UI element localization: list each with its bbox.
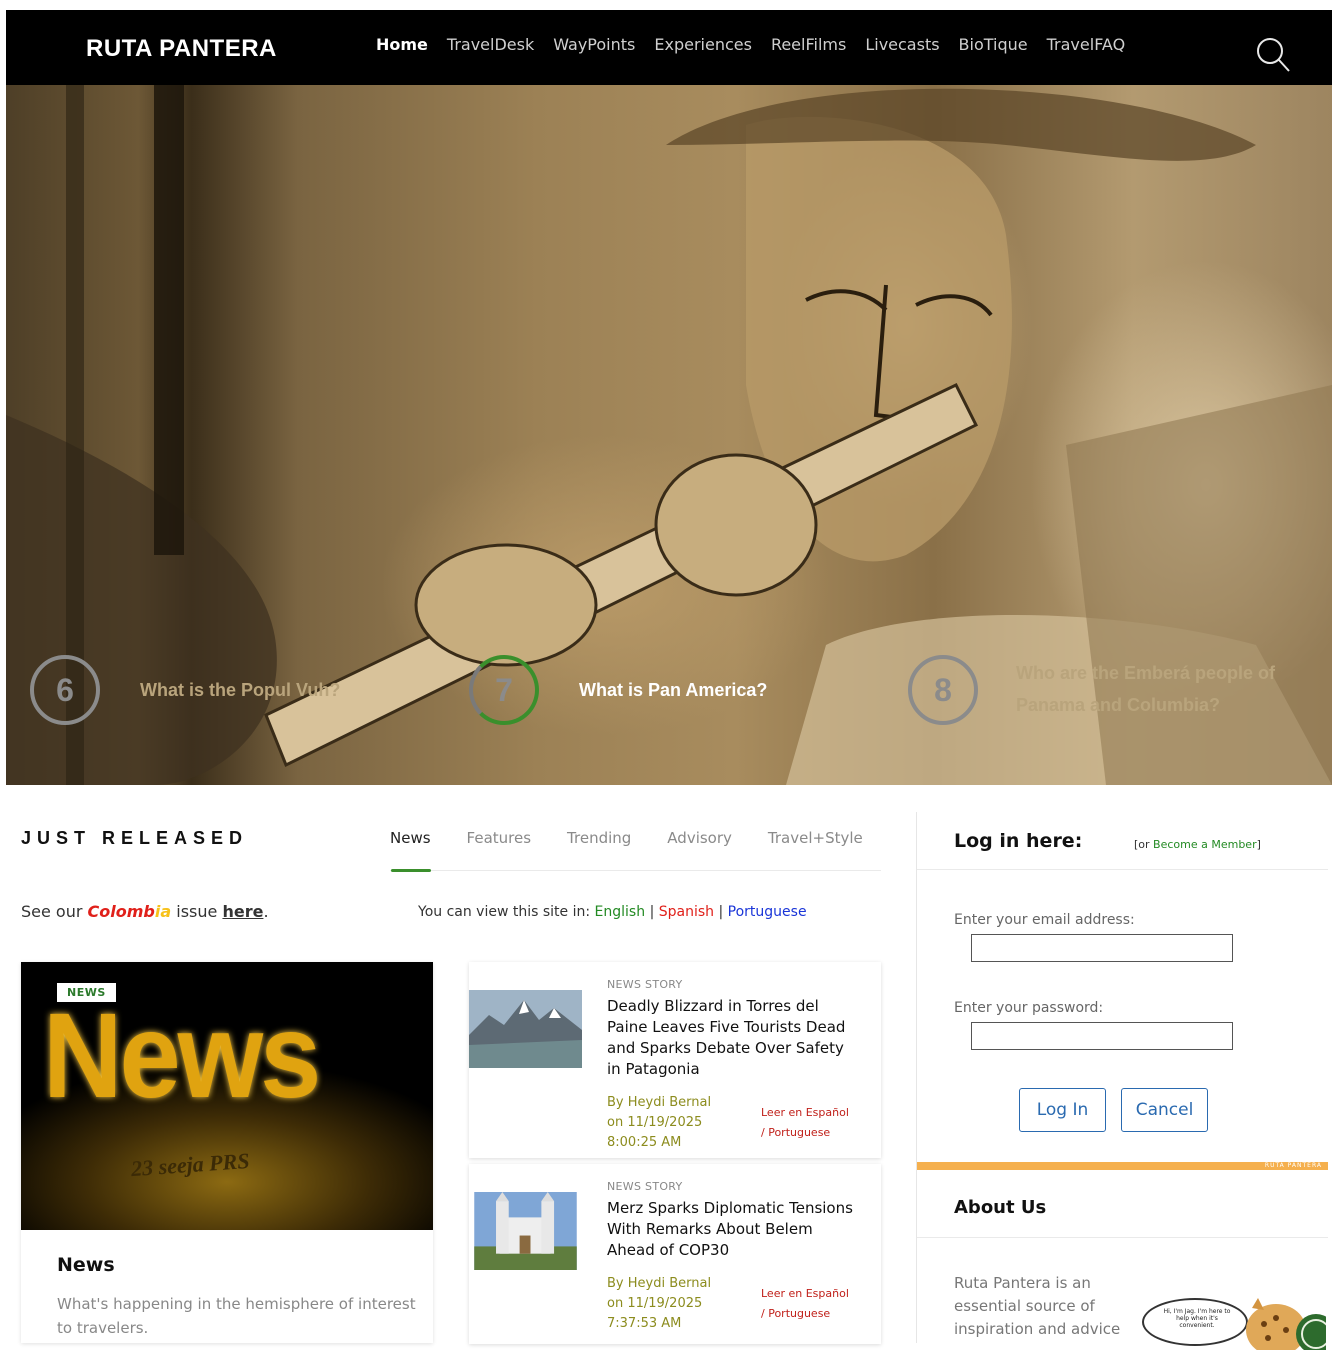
login-divider <box>917 869 1328 870</box>
colombia-promo: See our Colombia issue here. <box>21 902 269 921</box>
promo-middle: issue <box>176 902 218 921</box>
nav-item-experiences[interactable]: Experiences <box>654 35 752 54</box>
language-spanish-link[interactable]: Spanish <box>659 904 714 920</box>
news-card-title[interactable]: News <box>57 1254 115 1276</box>
section-divider-bar: RUTA PANTERA <box>917 1162 1328 1170</box>
tab-advisory[interactable]: Advisory <box>667 829 732 847</box>
story-translations: Leer en Español / Portuguese <box>761 1284 849 1324</box>
read-portuguese-link[interactable]: / Portuguese <box>761 1304 849 1324</box>
nav-item-livecasts[interactable]: Livecasts <box>865 35 939 54</box>
story-byline: By Heydi Bernal on 11/19/2025 8:00:25 AM <box>607 1093 711 1153</box>
about-title: About Us <box>954 1197 1047 1218</box>
search-button[interactable] <box>1254 36 1294 76</box>
slide-title[interactable]: Who are the Emberá people of Panama and … <box>1016 657 1316 721</box>
story-byline: By Heydi Bernal on 11/19/2025 7:37:53 AM <box>607 1274 711 1334</box>
nav-item-home[interactable]: Home <box>376 35 428 54</box>
password-field[interactable] <box>971 1022 1233 1050</box>
slide-number: 8 <box>908 655 978 725</box>
email-field[interactable] <box>971 934 1233 962</box>
story-author[interactable]: By Heydi Bernal <box>607 1093 711 1113</box>
language-sep: | <box>718 904 724 920</box>
story-time: 8:00:25 AM <box>607 1135 682 1150</box>
bubble-text: Hi, I'm Jag. I'm here to help when it's … <box>1163 1308 1231 1329</box>
sidebar-divider <box>916 812 917 1343</box>
colombia-issue-link[interactable]: here <box>222 902 263 921</box>
story-date: on 11/19/2025 <box>607 1296 703 1311</box>
nav-item-reelfilms[interactable]: ReelFilms <box>771 35 846 54</box>
tab-trending[interactable]: Trending <box>567 829 631 847</box>
login-title: Log in here: <box>954 830 1083 852</box>
story-title[interactable]: Deadly Blizzard in Torres del Paine Leav… <box>607 996 857 1080</box>
language-english-link[interactable]: English <box>595 904 646 920</box>
email-label: Enter your email address: <box>954 912 1135 928</box>
story-title[interactable]: Merz Sparks Diplomatic Tensions With Rem… <box>607 1198 857 1261</box>
story-time: 7:37:53 AM <box>607 1316 682 1331</box>
news-category-card[interactable]: News 23 seeja PRS NEWS News What's happe… <box>21 962 433 1343</box>
story-date: on 11/19/2025 <box>607 1115 703 1130</box>
nav-item-traveldesk[interactable]: TravelDesk <box>447 35 534 54</box>
story-thumbnail[interactable] <box>469 1192 582 1270</box>
jaguar-mascot-icon[interactable] <box>1246 1290 1326 1350</box>
story-kind: NEWS STORY <box>607 978 683 991</box>
become-member: [or Become a Member] <box>1134 838 1261 851</box>
read-spanish-link[interactable]: Leer en Español <box>761 1103 849 1123</box>
about-text: Ruta Pantera is an essential source of i… <box>954 1274 1121 1338</box>
story-translations: Leer en Español / Portuguese <box>761 1103 849 1143</box>
promo-prefix: See our <box>21 902 83 921</box>
language-sep: | <box>649 904 655 920</box>
about-divider <box>917 1237 1328 1238</box>
hero-slide-6[interactable]: 6 What is the Popul Vuh? <box>30 655 430 735</box>
language-prefix: You can view this site in: <box>418 904 591 920</box>
story-thumbnail[interactable] <box>469 990 582 1068</box>
language-selector: You can view this site in: English | Spa… <box>418 904 807 920</box>
content-tabs: News Features Trending Advisory Travel+S… <box>390 829 899 847</box>
news-image-caption: 23 seeja PRS <box>130 1147 251 1182</box>
read-spanish-link[interactable]: Leer en Español <box>761 1284 849 1304</box>
nav-item-waypoints[interactable]: WayPoints <box>553 35 635 54</box>
story-card[interactable]: NEWS STORY Deadly Blizzard in Torres del… <box>469 962 881 1158</box>
section-title: JUST RELEASED <box>21 828 249 848</box>
become-member-link[interactable]: Become a Member <box>1153 838 1257 851</box>
news-badge: NEWS <box>57 983 116 1002</box>
password-label: Enter your password: <box>954 1000 1104 1016</box>
search-icon <box>1257 38 1290 72</box>
slide-number: 6 <box>30 655 100 725</box>
become-close: ] <box>1256 838 1261 851</box>
story-kind: NEWS STORY <box>607 1180 683 1193</box>
top-nav-bar: RUTA PANTERA Home TravelDesk WayPoints E… <box>6 10 1332 85</box>
story-author[interactable]: By Heydi Bernal <box>607 1274 711 1294</box>
promo-suffix: . <box>263 902 269 921</box>
news-image[interactable]: News 23 seeja PRS <box>21 962 433 1230</box>
tabs-divider <box>390 870 881 871</box>
language-portuguese-link[interactable]: Portuguese <box>728 904 807 920</box>
colombia-word-part2: ia <box>154 902 172 921</box>
colombia-word-part1: Colomb <box>87 902 155 921</box>
nav-item-travelfaq[interactable]: TravelFAQ <box>1047 35 1126 54</box>
story-card[interactable]: NEWS STORY Merz Sparks Diplomatic Tensio… <box>469 1164 881 1344</box>
read-portuguese-link[interactable]: / Portuguese <box>761 1123 849 1143</box>
hero-slider: 6 What is the Popul Vuh? 7 What is Pan A… <box>6 85 1332 785</box>
slide-title[interactable]: What is the Popul Vuh? <box>140 674 420 706</box>
news-image-word: News <box>43 987 321 1124</box>
become-open: [or <box>1134 838 1150 851</box>
main-nav: Home TravelDesk WayPoints Experiences Re… <box>376 35 1144 54</box>
cancel-button[interactable]: Cancel <box>1121 1088 1208 1132</box>
tab-travel-style[interactable]: Travel+Style <box>768 829 863 847</box>
news-card-description: What's happening in the hemisphere of in… <box>57 1295 416 1337</box>
jag-speech-bubble: Hi, I'm Jag. I'm here to help when it's … <box>1142 1298 1248 1346</box>
nav-item-biotique[interactable]: BioTique <box>959 35 1028 54</box>
tab-news[interactable]: News <box>390 829 431 847</box>
hero-slide-7[interactable]: 7 What is Pan America? <box>469 655 869 735</box>
login-button[interactable]: Log In <box>1019 1088 1106 1132</box>
site-logo[interactable]: RUTA PANTERA <box>86 35 277 63</box>
active-tab-indicator <box>391 869 431 872</box>
slide-number: 7 <box>469 655 539 725</box>
tab-features[interactable]: Features <box>467 829 532 847</box>
slide-title[interactable]: What is Pan America? <box>579 674 859 706</box>
divider-text: RUTA PANTERA <box>1264 1162 1322 1169</box>
hero-slide-8[interactable]: 8 Who are the Emberá people of Panama an… <box>908 655 1328 735</box>
